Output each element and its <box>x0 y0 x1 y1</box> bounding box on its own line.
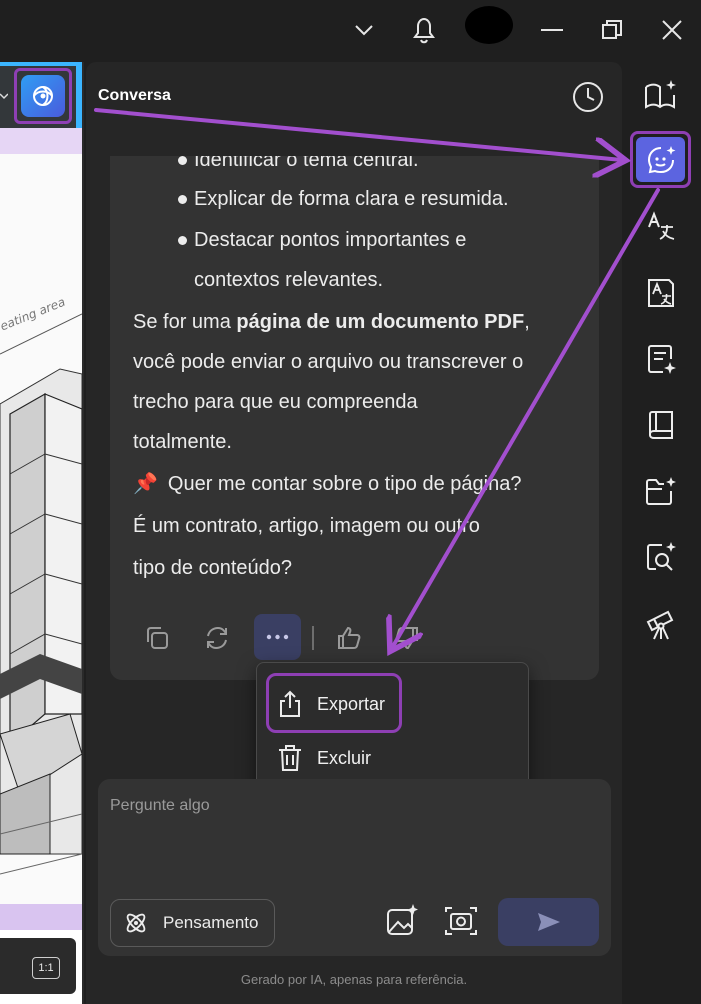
send-icon <box>537 913 560 931</box>
document-footer: 1:1 <box>0 930 82 1004</box>
refresh-icon <box>207 626 227 650</box>
chevron-down-icon[interactable] <box>346 12 382 48</box>
message-paragraph: trecho para que eu compreenda <box>133 391 418 413</box>
ai-disclaimer: Gerado por IA, apenas para referência. <box>240 972 468 987</box>
document-toolbar <box>0 62 82 128</box>
sidebar-item-ai-search[interactable] <box>637 534 685 580</box>
architecture-sketch-image: eating area <box>0 295 82 875</box>
history-button[interactable] <box>570 79 606 115</box>
thumbs-down-icon <box>395 627 418 650</box>
message-paragraph: 📌 Quer me contar sobre o tipo de página? <box>133 473 522 495</box>
assistant-message: Identificar o tema central. Explicar de … <box>110 156 599 680</box>
sidebar-item-chat[interactable] <box>630 131 691 188</box>
document-translate-icon <box>648 279 674 307</box>
divider <box>312 626 314 650</box>
message-paragraph: É um contrato, artigo, imagem ou outro <box>133 515 480 537</box>
like-button[interactable] <box>329 616 369 660</box>
screenshot-button[interactable] <box>442 902 482 942</box>
search-sparkle-icon <box>647 542 676 571</box>
actual-size-button[interactable]: 1:1 <box>32 957 60 979</box>
sidebar-item-ai-folder[interactable] <box>637 468 685 514</box>
folder-sparkle-icon <box>646 477 676 505</box>
window-titlebar <box>0 0 701 62</box>
chat-title: Conversa <box>98 87 171 104</box>
atom-icon <box>126 913 146 933</box>
copy-button[interactable] <box>137 616 177 660</box>
message-bullet: Destacar pontos importantes e <box>194 229 467 251</box>
telescope-icon <box>646 610 674 640</box>
minimize-icon[interactable] <box>534 12 570 48</box>
image-sparkle-icon <box>387 904 418 935</box>
thumbs-up-icon <box>338 626 361 649</box>
book-icon <box>649 411 673 439</box>
copy-icon <box>147 627 168 649</box>
message-paragraph: você pode enviar o arquivo ou transcreve… <box>133 351 524 373</box>
sidebar-item-explore[interactable] <box>637 602 685 648</box>
bell-icon[interactable] <box>406 12 442 48</box>
avatar[interactable] <box>465 6 513 44</box>
ai-assistant-icon <box>33 86 53 106</box>
document-band <box>0 128 82 154</box>
chat-bot-icon <box>647 145 675 173</box>
send-button[interactable] <box>498 898 599 946</box>
message-bullet: Explicar de forma clara e resumida. <box>194 188 509 210</box>
export-highlight-box <box>266 673 402 733</box>
message-paragraph: totalmente. <box>133 431 232 453</box>
chevron-down-icon[interactable] <box>0 88 9 106</box>
sidebar-item-translate-document[interactable] <box>637 270 685 316</box>
translate-icon <box>648 211 675 240</box>
ai-assistant-button[interactable] <box>14 68 72 124</box>
sidebar-item-reading[interactable] <box>637 72 685 118</box>
more-icon <box>266 634 289 640</box>
document-band <box>0 904 82 930</box>
clock-icon <box>573 82 603 112</box>
camera-icon <box>445 907 477 935</box>
document-page: eating area <box>0 154 82 904</box>
sidebar-item-knowledge[interactable] <box>637 402 685 448</box>
menu-item-delete[interactable]: Excluir <box>267 733 520 783</box>
thinking-label: Pensamento <box>163 913 259 932</box>
menu-item-label: Excluir <box>317 747 372 768</box>
prompt-placeholder: Pergunte algo <box>110 797 210 814</box>
sidebar-item-summarize[interactable] <box>637 336 685 382</box>
summary-sparkle-icon <box>648 345 676 374</box>
thinking-toggle-button[interactable]: Pensamento <box>110 899 275 947</box>
message-paragraph: Se for uma página de um documento PDF, <box>133 311 530 333</box>
svg-text:eating area: eating area <box>0 295 67 334</box>
more-options-button[interactable] <box>254 614 301 660</box>
trash-icon <box>279 745 301 771</box>
upload-image-button[interactable] <box>384 902 422 942</box>
pushpin-icon: 📌 <box>133 473 158 495</box>
regenerate-button[interactable] <box>197 616 237 660</box>
close-icon[interactable] <box>654 12 690 48</box>
message-bullet: Identificar o tema central. <box>194 156 419 171</box>
dislike-button[interactable] <box>387 616 427 660</box>
message-paragraph: tipo de conteúdo? <box>133 557 293 579</box>
message-bullet-continuation: contextos relevantes. <box>194 269 383 291</box>
book-sparkle-icon <box>645 80 676 109</box>
restore-icon[interactable] <box>594 12 630 48</box>
sidebar-item-translate[interactable] <box>637 204 685 250</box>
